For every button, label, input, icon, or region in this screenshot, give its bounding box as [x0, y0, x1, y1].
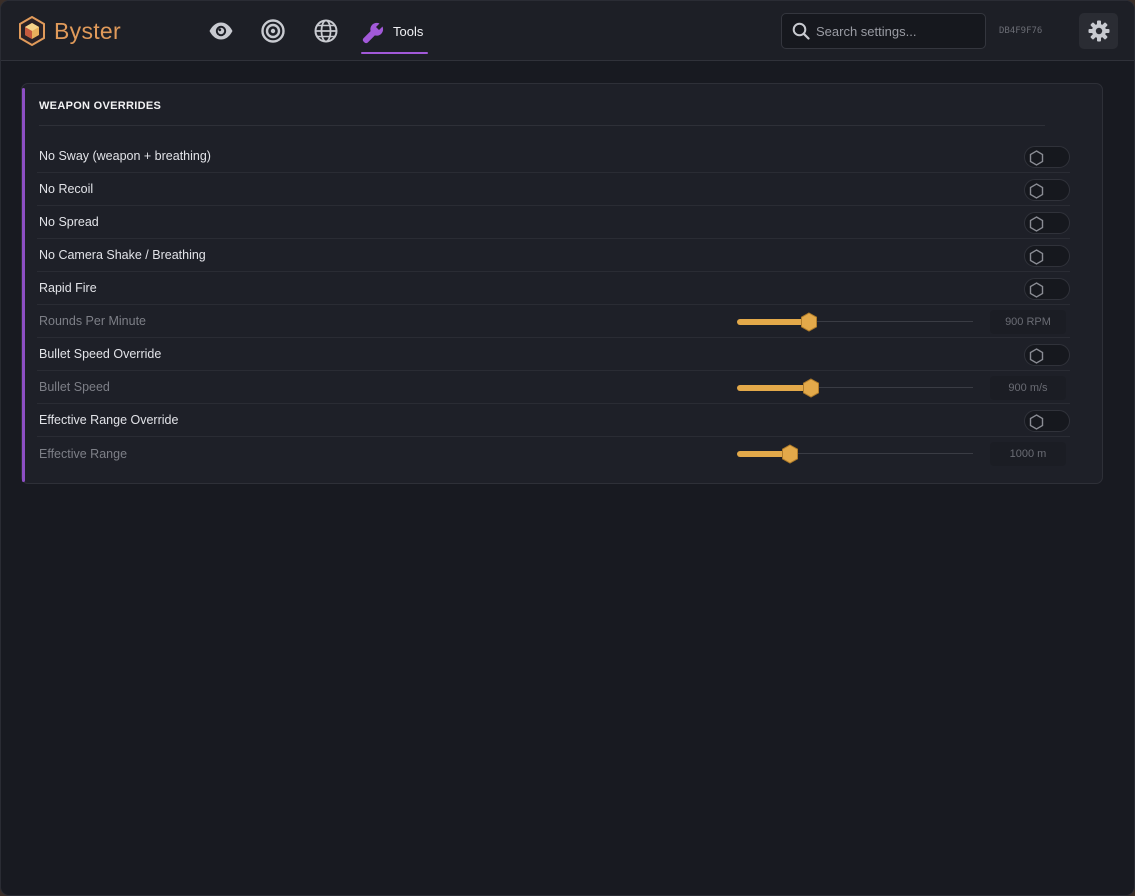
tab-aim[interactable]: [259, 17, 287, 45]
globe-icon: [314, 19, 338, 43]
slider-thumb[interactable]: [781, 444, 799, 464]
hexagon-knob-icon: [1029, 414, 1044, 430]
search-input[interactable]: [816, 23, 976, 39]
setting-label: Bullet Speed Override: [39, 347, 162, 361]
setting-row: No Recoil: [37, 173, 1070, 206]
setting-row: Effective Range 1000 m: [37, 437, 1070, 470]
setting-row: No Spread: [37, 206, 1070, 239]
setting-label: No Sway (weapon + breathing): [39, 149, 211, 163]
top-bar: Byster Tools Search settings... DB4F9F76: [1, 1, 1134, 61]
slider-value: 900 m/s: [990, 376, 1066, 400]
setting-label: Rapid Fire: [39, 281, 97, 295]
hexagon-knob-icon: [1029, 348, 1044, 364]
range-slider[interactable]: [737, 443, 973, 465]
slider-value: 900 RPM: [990, 310, 1066, 334]
settings-list: No Sway (weapon + breathing) No Recoil No …: [37, 140, 1070, 470]
hexagon-knob-icon: [1029, 150, 1044, 166]
weapon-overrides-panel: WEAPON OVERRIDES No Sway (weapon + breat…: [21, 83, 1103, 484]
tab-visuals[interactable]: [207, 17, 235, 45]
setting-label: Effective Range Override: [39, 413, 179, 427]
hexagon-knob-icon: [1029, 183, 1044, 199]
range-slider[interactable]: [737, 311, 973, 333]
setting-row: Rounds Per Minute 900 RPM: [37, 305, 1070, 338]
setting-label: No Camera Shake / Breathing: [39, 248, 206, 262]
slider-thumb[interactable]: [800, 312, 818, 332]
toggle-switch[interactable]: [1024, 212, 1070, 234]
setting-label: No Spread: [39, 215, 99, 229]
hexagon-knob-icon: [1029, 216, 1044, 232]
tab-tools-label: Tools: [393, 24, 424, 39]
hexagon-knob-icon: [1029, 249, 1044, 265]
setting-row: No Sway (weapon + breathing): [37, 140, 1070, 173]
gear-icon: [1088, 20, 1109, 42]
active-tab-indicator: [361, 52, 428, 54]
setting-label: No Recoil: [39, 182, 94, 196]
settings-button[interactable]: [1079, 13, 1118, 49]
slider-thumb[interactable]: [802, 378, 820, 398]
toggle-switch[interactable]: [1024, 410, 1070, 432]
range-slider[interactable]: [737, 377, 973, 399]
tab-world[interactable]: [312, 17, 340, 45]
byster-logo-icon: [19, 16, 45, 46]
panel-title: WEAPON OVERRIDES: [39, 100, 162, 112]
slider-fill: [737, 319, 809, 325]
hwid-label: DB4F9F76: [999, 26, 1043, 36]
slider-value: 1000 m: [990, 442, 1066, 466]
setting-row: Effective Range Override: [37, 404, 1070, 437]
toggle-switch[interactable]: [1024, 344, 1070, 366]
logo: Byster: [18, 16, 121, 46]
wrench-icon: [362, 22, 384, 44]
search-box[interactable]: [781, 13, 986, 49]
app-name: Byster: [54, 17, 121, 44]
slider-fill: [737, 385, 811, 391]
setting-label: Rounds Per Minute: [39, 314, 147, 328]
setting-label: Bullet Speed: [39, 380, 110, 394]
target-icon: [261, 19, 285, 43]
setting-row: No Camera Shake / Breathing: [37, 239, 1070, 272]
divider: [39, 125, 1045, 126]
setting-row: Bullet Speed Override: [37, 338, 1070, 371]
panel-accent-bar: [22, 88, 25, 482]
tab-tools[interactable]: Tools: [361, 15, 428, 54]
setting-label: Effective Range: [39, 446, 128, 461]
setting-row: Bullet Speed 900 m/s: [37, 371, 1070, 404]
toggle-switch[interactable]: [1024, 179, 1070, 201]
search-icon: [792, 22, 810, 40]
toggle-switch[interactable]: [1024, 245, 1070, 267]
app-window: Byster Tools Search settings... DB4F9F76…: [0, 0, 1135, 896]
toggle-switch[interactable]: [1024, 278, 1070, 300]
setting-row: Rapid Fire: [37, 272, 1070, 305]
toggle-switch[interactable]: [1024, 146, 1070, 168]
hexagon-knob-icon: [1029, 282, 1044, 298]
eye-icon: [209, 22, 233, 40]
